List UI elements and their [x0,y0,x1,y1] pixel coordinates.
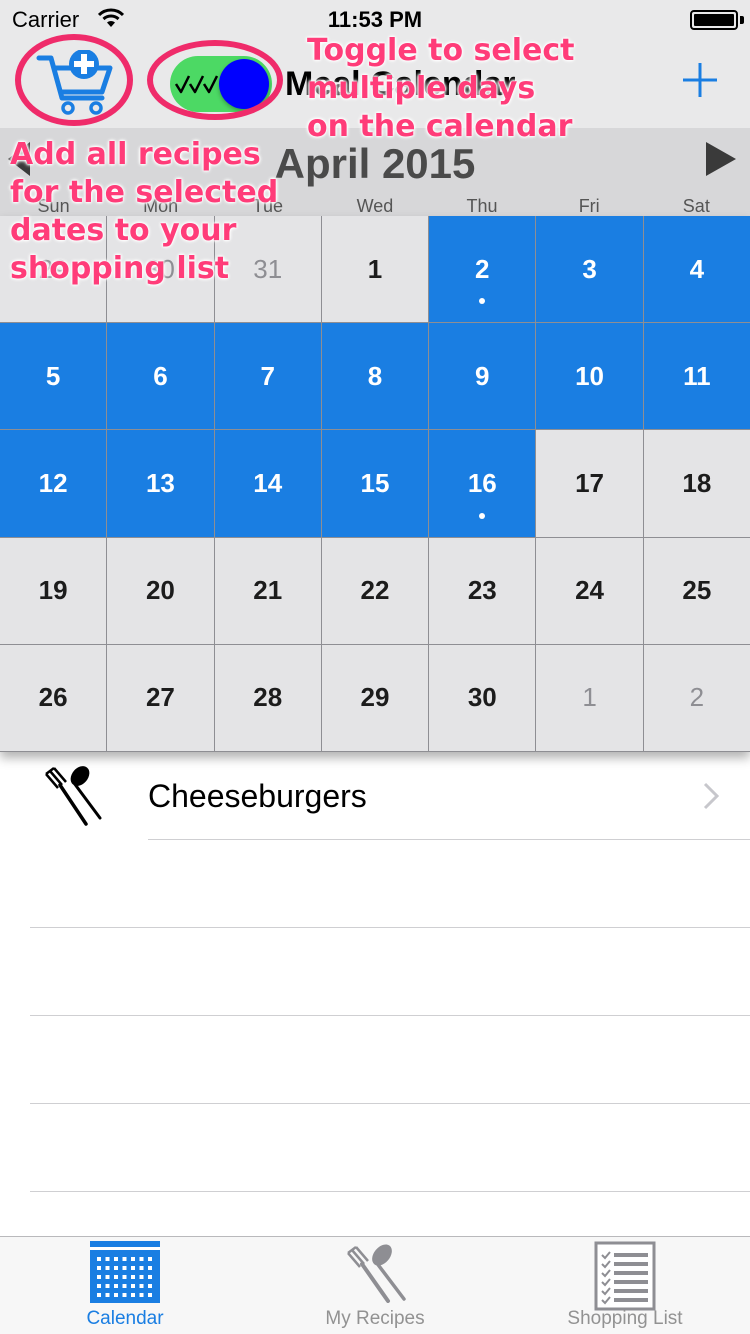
day-number: 30 [467,682,497,713]
calendar-day[interactable]: 12 [0,430,107,537]
day-number: 3 [582,253,597,284]
recipe-row[interactable]: Cheeseburgers [0,752,750,840]
calendar-day[interactable]: 2 [429,216,536,323]
weekday-label: Wed [356,196,394,216]
tab-shopping-list[interactable]: Shopping List [500,1237,750,1334]
calendar-day[interactable]: 7 [214,323,321,430]
day-number: 27 [145,682,175,713]
calendar-day[interactable]: 1 [321,216,429,323]
day-number: 4 [689,253,705,284]
calendar-day[interactable]: 6 [107,323,214,430]
add-recipe-button[interactable] [682,62,718,98]
calendar-day[interactable]: 1 [536,644,643,751]
calendar-day[interactable]: 19 [0,537,107,644]
list-divider [30,1191,750,1192]
fork-spoon-icon [347,1244,406,1303]
day-number: 23 [467,575,497,606]
day-number: 1 [367,253,383,284]
day-number: 20 [145,575,175,606]
day-number: 12 [38,467,68,498]
calendar-day[interactable]: 3 [536,216,643,323]
list-divider [30,1015,750,1016]
day-number: 13 [145,467,175,498]
day-number: 7 [260,360,275,391]
calendar-icon [90,1241,160,1303]
fork-spoon-icon [45,766,102,826]
tab-label: Shopping List [567,1308,683,1329]
toggle-annotation-text: Toggle to select multiple days on the ca… [307,33,575,144]
calendar-day[interactable]: 13 [107,430,214,537]
chevron-right-icon [703,782,719,810]
calendar-day[interactable]: 21 [214,537,321,644]
day-number: 9 [475,360,490,391]
cart-annotation-ring [15,34,133,126]
calendar-day[interactable]: 2 [643,644,750,751]
calendar-day[interactable]: 22 [321,537,429,644]
calendar-day[interactable]: 8 [321,323,429,430]
calendar-day[interactable]: 5 [0,323,107,430]
checklist-icon [594,1241,656,1311]
weekday-label: Fri [578,196,600,216]
cart-annotation-text: Add all recipes for the selected dates t… [10,137,279,286]
calendar-day[interactable]: 18 [643,430,750,537]
day-number: 5 [45,360,61,391]
toggle-annotation-ring [147,40,283,120]
tab-label: Calendar [86,1308,164,1329]
day-number: 26 [38,682,68,713]
day-number: 19 [38,575,68,606]
calendar-day[interactable]: 4 [643,216,750,323]
tab-label: My Recipes [325,1308,425,1329]
calendar-day[interactable]: 17 [536,430,643,537]
day-number: 22 [360,575,390,606]
day-number: 17 [575,467,605,498]
day-number: 10 [575,360,605,391]
day-number: 2 [689,682,705,713]
event-dot [479,298,486,305]
calendar-day[interactable]: 30 [429,644,536,751]
event-dot [479,512,486,519]
tab-calendar[interactable]: Calendar [0,1237,250,1334]
calendar-day[interactable]: 24 [536,537,643,644]
tab-my-recipes[interactable]: My Recipes [250,1237,500,1334]
calendar-day[interactable]: 14 [214,430,321,537]
calendar-day[interactable]: 25 [643,537,750,644]
day-number: 25 [682,575,712,606]
calendar-day[interactable]: 23 [429,537,536,644]
day-number: 1 [582,682,597,713]
battery-icon [690,10,738,30]
day-number: 24 [575,575,605,606]
day-number: 15 [360,467,390,498]
battery-nub [740,16,744,24]
calendar-day[interactable]: 10 [536,323,643,430]
day-number: 21 [253,575,283,606]
weekday-label: Sat [682,196,710,216]
tab-bar: Calendar My Recipes Shopping List [0,1236,750,1334]
day-number: 18 [682,467,712,498]
calendar-day[interactable]: 16 [429,430,536,537]
day-number: 6 [153,360,168,391]
day-number: 14 [253,467,283,498]
day-number: 2 [475,253,490,284]
calendar-day[interactable]: 29 [321,644,429,751]
day-number: 16 [467,467,497,498]
calendar-day[interactable]: 11 [643,323,750,430]
recipe-name: Cheeseburgers [148,778,367,814]
next-month-button[interactable] [706,142,736,176]
day-number: 28 [253,682,283,713]
calendar-day[interactable]: 26 [0,644,107,751]
calendar-grid: 29 30 31 1 2 3 4 5 6 7 8 9 10 11 12 13 14 15 16 17 18 19 20 21 2… [0,216,750,752]
calendar-day[interactable]: 15 [321,430,429,537]
list-divider [30,927,750,928]
list-divider [148,839,750,840]
calendar-day[interactable]: 20 [107,537,214,644]
day-number: 8 [367,360,383,391]
day-number: 11 [683,360,711,391]
calendar-day[interactable]: 27 [107,644,214,751]
day-number: 29 [360,682,390,713]
weekday-label: Thu [466,196,498,216]
status-time: 11:53 PM [327,7,423,32]
list-divider [30,1103,750,1104]
calendar-day[interactable]: 9 [429,323,536,430]
calendar-day[interactable]: 28 [214,644,321,751]
